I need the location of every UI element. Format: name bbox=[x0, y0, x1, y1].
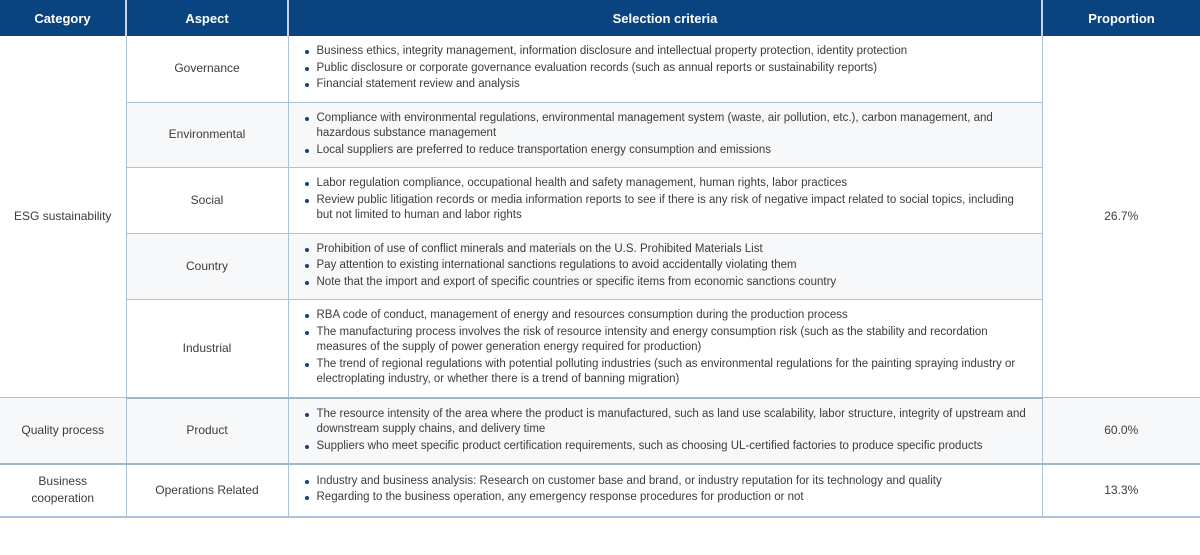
aspect-cell: Social bbox=[126, 167, 289, 234]
criteria-item: Public disclosure or corporate governanc… bbox=[303, 61, 1030, 77]
criteria-list: Business ethics, integrity management, i… bbox=[303, 44, 1030, 93]
header-row: Category Aspect Selection criteria Propo… bbox=[0, 0, 1200, 36]
category-cell: Business cooperation bbox=[0, 464, 127, 518]
selection-criteria-cell: Industry and business analysis: Research… bbox=[288, 464, 1043, 518]
criteria-list: Compliance with environmental regulation… bbox=[303, 111, 1030, 159]
criteria-list: The resource intensity of the area where… bbox=[303, 407, 1030, 455]
selection-criteria-cell: RBA code of conduct, management of energ… bbox=[288, 299, 1043, 399]
criteria-list: RBA code of conduct, management of energ… bbox=[303, 308, 1030, 388]
selection-criteria-cell: The resource intensity of the area where… bbox=[288, 397, 1043, 465]
table-row: Environmental Compliance with environment… bbox=[0, 102, 1200, 168]
criteria-item: Note that the import and export of speci… bbox=[303, 275, 1030, 291]
aspect-cell: Governance bbox=[126, 36, 289, 103]
proportion-cell: 60.0% bbox=[1042, 397, 1200, 465]
header-proportion: Proportion bbox=[1042, 0, 1200, 36]
table-row: Business cooperation Operations Related In… bbox=[0, 464, 1200, 518]
selection-criteria-cell: Compliance with environmental regulation… bbox=[288, 102, 1043, 168]
table-body: ESG sustainability Governance Business eth… bbox=[0, 36, 1200, 518]
criteria-list: Labor regulation compliance, occupationa… bbox=[303, 176, 1030, 224]
proportion-cell: 13.3% bbox=[1042, 464, 1200, 518]
selection-criteria-cell: Business ethics, integrity management, i… bbox=[288, 36, 1043, 103]
criteria-item: Pay attention to existing international … bbox=[303, 258, 1030, 274]
criteria-list: Prohibition of use of conflict minerals … bbox=[303, 242, 1030, 291]
criteria-item: Review public litigation records or medi… bbox=[303, 193, 1030, 224]
aspect-cell: Environmental bbox=[126, 102, 289, 168]
criteria-item: Business ethics, integrity management, i… bbox=[303, 44, 1030, 60]
criteria-item: Suppliers who meet specific product cert… bbox=[303, 439, 1030, 455]
criteria-item: Labor regulation compliance, occupationa… bbox=[303, 176, 1030, 192]
criteria-item: Prohibition of use of conflict minerals … bbox=[303, 242, 1030, 258]
criteria-item: RBA code of conduct, management of energ… bbox=[303, 308, 1030, 324]
criteria-item: Compliance with environmental regulation… bbox=[303, 111, 1030, 142]
criteria-item: The trend of regional regulations with p… bbox=[303, 357, 1030, 388]
aspect-cell: Country bbox=[126, 233, 289, 300]
criteria-item: The manufacturing process involves the r… bbox=[303, 325, 1030, 356]
table-header: Category Aspect Selection criteria Propo… bbox=[0, 0, 1200, 36]
aspect-cell: Operations Related bbox=[126, 464, 289, 518]
criteria-list: Industry and business analysis: Research… bbox=[303, 474, 1030, 506]
selection-criteria-table: Category Aspect Selection criteria Propo… bbox=[0, 0, 1200, 518]
criteria-item: Local suppliers are preferred to reduce … bbox=[303, 143, 1030, 159]
aspect-cell: Product bbox=[126, 397, 289, 465]
table-row: Country Prohibition of use of conflict mi… bbox=[0, 233, 1200, 300]
header-category: Category bbox=[0, 0, 127, 36]
category-cell: Quality process bbox=[0, 397, 127, 465]
selection-criteria-cell: Labor regulation compliance, occupationa… bbox=[288, 167, 1043, 234]
table-row: Quality process Product The resource inten… bbox=[0, 397, 1200, 465]
criteria-item: Regarding to the business operation, any… bbox=[303, 490, 1030, 506]
proportion-cell: 26.7% bbox=[1042, 36, 1200, 398]
criteria-item: Financial statement review and analysis bbox=[303, 77, 1030, 93]
header-aspect: Aspect bbox=[126, 0, 289, 36]
table-row: Social Labor regulation compliance, occup… bbox=[0, 167, 1200, 234]
category-cell: ESG sustainability bbox=[0, 36, 127, 398]
criteria-item: Industry and business analysis: Research… bbox=[303, 474, 1030, 490]
aspect-cell: Industrial bbox=[126, 299, 289, 399]
table-row: ESG sustainability Governance Business eth… bbox=[0, 36, 1200, 398]
table-row: Industrial RBA code of conduct, managemen… bbox=[0, 299, 1200, 399]
criteria-item: The resource intensity of the area where… bbox=[303, 407, 1030, 438]
header-selection-criteria: Selection criteria bbox=[288, 0, 1043, 36]
selection-criteria-cell: Prohibition of use of conflict minerals … bbox=[288, 233, 1043, 300]
